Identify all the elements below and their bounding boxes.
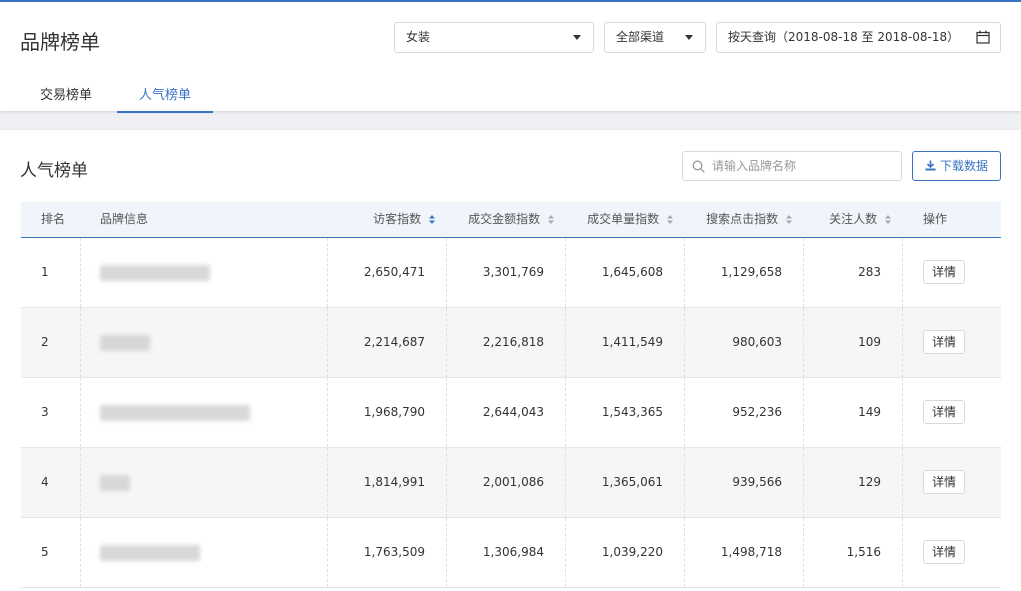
- download-icon: [925, 160, 936, 171]
- followers-cell: 283: [858, 265, 881, 279]
- brand-info-redacted: [100, 475, 130, 491]
- detail-button[interactable]: 详情: [923, 470, 965, 494]
- column-header-brand: 品牌信息: [100, 212, 149, 226]
- visitor-index-cell: 1,968,790: [363, 405, 425, 419]
- download-data-label: 下载数据: [939, 159, 988, 173]
- rank-cell: 2: [41, 335, 49, 349]
- amount-index-cell: 1,306,984: [482, 545, 544, 559]
- table-body: 1 2,650,471 3,301,769 1,645,608 1,129,65…: [21, 238, 1001, 588]
- download-data-button[interactable]: 下载数据: [912, 151, 1001, 181]
- tab-popularity-ranking[interactable]: 人气榜单: [117, 84, 213, 113]
- visitor-index-cell: 1,763,509: [363, 545, 425, 559]
- sort-icon: [885, 215, 891, 224]
- detail-button[interactable]: 详情: [923, 330, 965, 354]
- column-header-followers[interactable]: 关注人数: [829, 202, 891, 237]
- orders-index-cell: 1,411,549: [601, 335, 663, 349]
- column-header-label: 访客指数: [373, 212, 422, 226]
- chevron-down-icon: [685, 35, 693, 40]
- visitor-index-cell: 1,814,991: [363, 475, 425, 489]
- rank-cell: 1: [41, 265, 49, 279]
- brand-search-input[interactable]: [712, 152, 897, 180]
- amount-index-cell: 2,216,818: [482, 335, 544, 349]
- orders-index-cell: 1,365,061: [601, 475, 663, 489]
- rank-cell: 4: [41, 475, 49, 489]
- search-click-index-cell: 1,498,718: [720, 545, 782, 559]
- column-header-label: 关注人数: [829, 212, 878, 226]
- orders-index-cell: 1,039,220: [601, 545, 663, 559]
- column-header-rank: 排名: [41, 212, 66, 226]
- search-click-index-cell: 980,603: [732, 335, 782, 349]
- brand-search-box: [682, 151, 902, 181]
- date-range-value: 按天查询（2018-08-18 至 2018-08-18）: [728, 30, 960, 44]
- orders-index-cell: 1,645,608: [601, 265, 663, 279]
- brand-info-redacted: [100, 405, 250, 421]
- amount-index-cell: 2,001,086: [482, 475, 544, 489]
- followers-cell: 129: [858, 475, 881, 489]
- page-title: 品牌榜单: [20, 30, 100, 54]
- column-header-label: 搜索点击指数: [706, 212, 779, 226]
- search-click-index-cell: 939,566: [732, 475, 782, 489]
- column-header-visitor-index[interactable]: 访客指数: [373, 202, 435, 237]
- category-select[interactable]: 女装: [394, 22, 594, 53]
- followers-cell: 109: [858, 335, 881, 349]
- amount-index-cell: 3,301,769: [482, 265, 544, 279]
- column-header-label: 成交单量指数: [587, 212, 660, 226]
- sort-icon: [667, 215, 673, 224]
- detail-button[interactable]: 详情: [923, 540, 965, 564]
- table-row: 3 1,968,790 2,644,043 1,543,365 952,236 …: [21, 378, 1001, 448]
- followers-cell: 149: [858, 405, 881, 419]
- table-row: 5 1,763,509 1,306,984 1,039,220 1,498,71…: [21, 518, 1001, 588]
- column-header-amount-index[interactable]: 成交金额指数: [468, 202, 554, 237]
- header-card: 品牌榜单 女装 全部渠道 按天查询（2018-08-18 至 2018-08-1…: [0, 0, 1021, 113]
- column-header-actions: 操作: [923, 212, 948, 226]
- sort-icon: [786, 215, 792, 224]
- column-header-orders-index[interactable]: 成交单量指数: [587, 202, 673, 237]
- table-row: 2 2,214,687 2,216,818 1,411,549 980,603 …: [21, 308, 1001, 378]
- table-row: 4 1,814,991 2,001,086 1,365,061 939,566 …: [21, 448, 1001, 518]
- table-header: 排名 品牌信息 访客指数 成交金额指数 成交单量指数 搜索点击指数 关注人数 操…: [21, 202, 1001, 238]
- channel-select-value: 全部渠道: [616, 30, 665, 44]
- brand-info-redacted: [100, 545, 200, 561]
- orders-index-cell: 1,543,365: [601, 405, 663, 419]
- brand-info-redacted: [100, 265, 210, 281]
- category-select-value: 女装: [406, 30, 431, 44]
- followers-cell: 1,516: [846, 545, 881, 559]
- amount-index-cell: 2,644,043: [482, 405, 544, 419]
- sort-active-icon: [429, 215, 435, 224]
- column-header-search-click-index[interactable]: 搜索点击指数: [706, 202, 792, 237]
- date-range-picker[interactable]: 按天查询（2018-08-18 至 2018-08-18）: [716, 22, 1001, 53]
- rank-cell: 5: [41, 545, 49, 559]
- detail-button[interactable]: 详情: [923, 260, 965, 284]
- chevron-down-icon: [573, 35, 581, 40]
- search-click-index-cell: 952,236: [732, 405, 782, 419]
- search-icon: [692, 160, 705, 173]
- visitor-index-cell: 2,650,471: [363, 265, 425, 279]
- search-click-index-cell: 1,129,658: [720, 265, 782, 279]
- column-header-label: 成交金额指数: [468, 212, 541, 226]
- sort-icon: [548, 215, 554, 224]
- channel-select[interactable]: 全部渠道: [604, 22, 706, 53]
- detail-button[interactable]: 详情: [923, 400, 965, 424]
- tab-trade-ranking[interactable]: 交易榜单: [40, 84, 92, 113]
- visitor-index-cell: 2,214,687: [363, 335, 425, 349]
- section-title: 人气榜单: [20, 161, 88, 181]
- rank-cell: 3: [41, 405, 49, 419]
- table-row: 1 2,650,471 3,301,769 1,645,608 1,129,65…: [21, 238, 1001, 308]
- calendar-icon: [976, 30, 990, 44]
- brand-info-redacted: [100, 335, 150, 351]
- ranking-card: 人气榜单 下载数据 排名 品牌信息 访客指数 成交金额指数 成交单: [0, 130, 1021, 591]
